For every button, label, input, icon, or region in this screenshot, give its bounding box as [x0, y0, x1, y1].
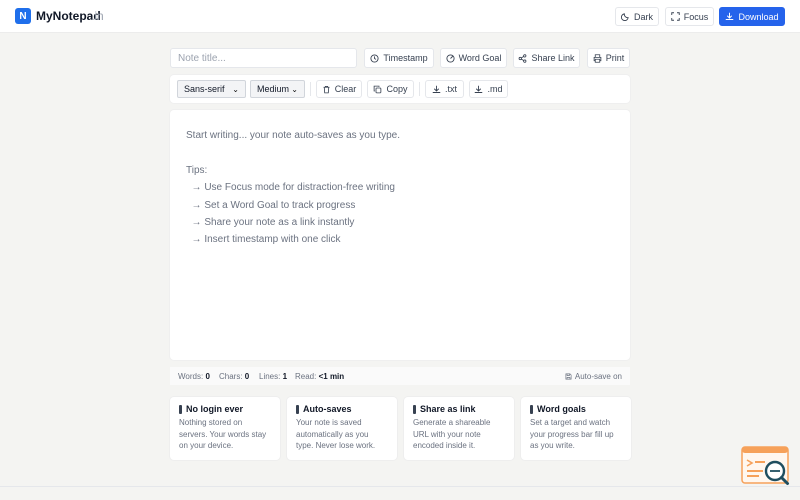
- app-tld: .in: [91, 9, 104, 23]
- word-count-value: 0: [205, 372, 210, 381]
- line-count-value: 1: [282, 372, 288, 381]
- download-icon: [726, 12, 734, 20]
- note-title-input[interactable]: [170, 48, 357, 68]
- copy-label: Copy: [386, 84, 408, 94]
- font-size-value: Medium: [257, 84, 290, 94]
- print-button[interactable]: Print: [587, 48, 630, 68]
- toolbar-divider: [310, 82, 311, 96]
- focus-label: Focus: [683, 11, 709, 22]
- feature-title: No login ever: [186, 404, 244, 414]
- chevron-down-icon: ⌄: [232, 84, 239, 94]
- copy-button[interactable]: Copy: [367, 80, 414, 98]
- font-family-select[interactable]: Sans-serif ⌄: [177, 80, 246, 98]
- print-label: Print: [605, 53, 625, 63]
- chevron-down-icon: ⌄: [291, 84, 298, 94]
- feature-desc: Nothing stored on servers. Your words st…: [179, 418, 267, 450]
- autosave-label: Auto-save on: [574, 372, 622, 381]
- export-txt-button[interactable]: .txt: [425, 80, 464, 98]
- feature-card-auto-saves: Auto-saves Your note is saved automatica…: [287, 397, 397, 460]
- feature-desc: Set a target and watch your progress bar…: [530, 418, 614, 450]
- feature-card-share-link: Share as link Generate a shareable URL w…: [404, 397, 514, 460]
- download-button[interactable]: Download: [719, 7, 785, 26]
- font-size-select[interactable]: Medium ⌄: [250, 80, 305, 98]
- toolbar-divider: [419, 82, 420, 96]
- feature-desc: Generate a shareable URL with your note …: [413, 418, 491, 450]
- feature-desc: Your note is saved automatically as you …: [296, 418, 376, 450]
- read-time-value: <1 min: [318, 372, 345, 381]
- clock-icon: [370, 53, 379, 63]
- printer-icon: [593, 53, 602, 63]
- line-count: Lines: 1: [259, 372, 288, 381]
- share-link-button[interactable]: Share Link: [513, 48, 580, 68]
- expand-icon: [671, 12, 680, 21]
- search-widget-icon[interactable]: [741, 446, 793, 486]
- export-md-button[interactable]: .md: [469, 80, 508, 98]
- footer-divider: [0, 486, 800, 487]
- moon-icon: [620, 13, 629, 21]
- char-count-value: 0: [244, 372, 250, 381]
- export-md-label: .md: [487, 84, 503, 94]
- download-icon: [432, 85, 441, 93]
- word-count: Words: 0: [178, 372, 210, 381]
- save-icon: [565, 373, 572, 380]
- target-icon: [446, 53, 455, 63]
- read-time: Read: <1 min: [295, 372, 345, 381]
- copy-icon: [374, 85, 382, 93]
- app-header: N MyNotepad .in Dark Focus Download: [0, 0, 800, 33]
- share-link-label: Share Link: [531, 53, 575, 63]
- trash-icon: [323, 85, 330, 93]
- feature-title: Word goals: [537, 404, 586, 414]
- export-txt-label: .txt: [444, 84, 457, 94]
- download-icon: [475, 85, 483, 93]
- dark-mode-label: Dark: [633, 11, 653, 22]
- feature-title: Auto-saves: [303, 404, 352, 414]
- char-count: Chars: 0: [219, 372, 250, 381]
- feature-card-word-goals: Word goals Set a target and watch your p…: [521, 397, 631, 460]
- dark-mode-button[interactable]: Dark: [615, 7, 659, 26]
- clear-button[interactable]: Clear: [316, 80, 362, 98]
- autosave-indicator: Auto-save on: [565, 372, 622, 381]
- word-goal-label: Word Goal: [458, 53, 502, 63]
- clear-label: Clear: [334, 84, 357, 94]
- timestamp-button[interactable]: Timestamp: [364, 48, 434, 68]
- timestamp-label: Timestamp: [383, 53, 428, 63]
- editor-placeholder[interactable]: Start writing... your note auto-saves as…: [186, 127, 616, 249]
- word-goal-button[interactable]: Word Goal: [440, 48, 507, 68]
- bar-icon: [530, 404, 533, 414]
- bar-icon: [413, 404, 416, 414]
- bar-icon: [179, 404, 182, 414]
- logo-icon[interactable]: N: [15, 8, 31, 24]
- download-label: Download: [738, 11, 779, 22]
- focus-button[interactable]: Focus: [665, 7, 714, 26]
- feature-card-no-login: No login ever Nothing stored on servers.…: [170, 397, 280, 460]
- feature-title: Share as link: [420, 404, 476, 414]
- font-family-value: Sans-serif: [184, 84, 225, 94]
- bar-icon: [296, 404, 299, 414]
- share-icon: [519, 53, 527, 63]
